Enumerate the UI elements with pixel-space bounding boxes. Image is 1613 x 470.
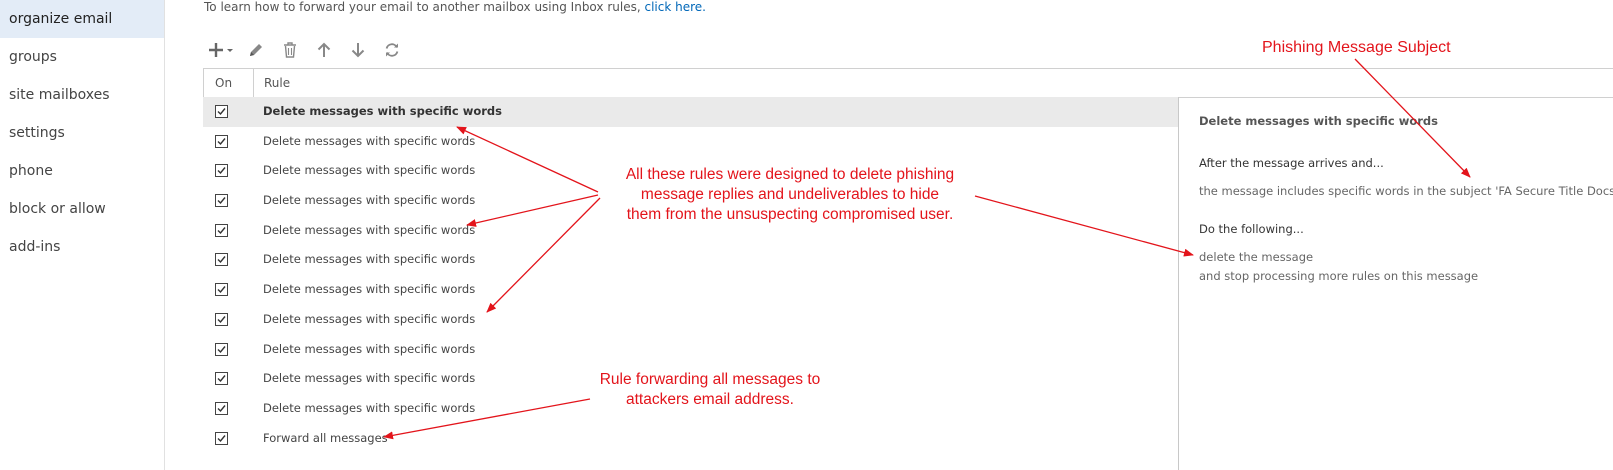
annotation-rules-line-2: message replies and undeliverables to hi… (640, 186, 940, 203)
nav-item-add-ins[interactable]: add-ins (0, 228, 164, 266)
forward-help-text: To learn how to forward your email to an… (204, 0, 706, 14)
checkmark-icon (217, 197, 226, 205)
checkmark-icon (217, 256, 226, 264)
grid-header: On Rule (203, 68, 1613, 98)
rule-enabled-checkbox[interactable] (215, 164, 228, 178)
click-here-link[interactable]: click here. (644, 0, 705, 14)
rule-enabled-checkbox[interactable] (215, 105, 228, 118)
add-rule-button[interactable] (205, 38, 239, 62)
detail-action-delete: delete the message (1199, 250, 1314, 264)
rule-row[interactable]: Delete messages with specific words (203, 305, 1178, 335)
rule-name: Forward all messages (263, 430, 388, 445)
annotation-phishing-subject: Phishing Message Subject (1262, 39, 1451, 56)
annotation-rules-line-3: them from the unsuspecting compromised u… (626, 206, 954, 223)
rule-name: Delete messages with specific words (263, 252, 476, 267)
move-down-arrow-icon (351, 43, 365, 58)
annotation-forward-line-2: attackers email address. (626, 391, 794, 408)
detail-condition: the message includes specific words in t… (1199, 184, 1613, 198)
rule-enabled-checkbox[interactable] (215, 283, 228, 297)
rule-row[interactable]: Delete messages with specific words (203, 335, 1178, 365)
annotation-forward-explanation: Rule forwarding all messages to attacker… (584, 370, 836, 410)
annotation-rules-line-1: All these rules were designed to delete … (625, 166, 955, 183)
checkmark-icon (217, 286, 226, 294)
rule-name: Delete messages with specific words (263, 311, 476, 326)
rule-row[interactable]: Delete messages with specific words (203, 275, 1178, 305)
checkmark-icon (217, 315, 226, 323)
rule-detail-pane: Delete messages with specific words Afte… (1178, 97, 1613, 470)
rule-name: Delete messages with specific words (263, 104, 503, 118)
rule-row[interactable]: Delete messages with specific words (203, 97, 1178, 127)
detail-title: Delete messages with specific words (1199, 114, 1439, 128)
detail-action-stop: and stop processing more rules on this m… (1199, 269, 1479, 283)
nav-item-phone[interactable]: phone (0, 152, 164, 190)
delete-rule-button[interactable] (273, 38, 307, 62)
rule-enabled-checkbox[interactable] (215, 372, 228, 386)
rule-row[interactable]: Delete messages with specific words (203, 245, 1178, 275)
detail-action-heading: Do the following... (1199, 222, 1304, 236)
checkmark-icon (217, 226, 226, 234)
checkmark-icon (217, 404, 226, 412)
add-dropdown-icon (209, 43, 233, 57)
column-header-on[interactable]: On (204, 69, 254, 97)
left-nav: organize email groups site mailboxes set… (0, 0, 165, 470)
forward-help-label: To learn how to forward your email to an… (204, 0, 641, 14)
rule-enabled-checkbox[interactable] (215, 401, 228, 415)
rule-enabled-checkbox[interactable] (215, 312, 228, 326)
checkmark-icon (217, 375, 226, 383)
rules-toolbar (205, 38, 409, 62)
rule-name: Delete messages with specific words (263, 163, 476, 178)
move-up-arrow-icon (317, 42, 331, 57)
nav-item-site-mailboxes[interactable]: site mailboxes (0, 76, 164, 114)
annotation-forward-line-1: Rule forwarding all messages to (599, 371, 821, 388)
rule-name: Delete messages with specific words (263, 133, 476, 148)
rule-row[interactable]: Delete messages with specific words (203, 127, 1178, 157)
checkmark-icon (217, 434, 226, 442)
rule-enabled-checkbox[interactable] (215, 134, 228, 148)
checkmark-icon (217, 345, 226, 353)
rules-grid: On Rule Delete messages with specific wo… (203, 68, 1613, 470)
rule-enabled-checkbox[interactable] (215, 342, 228, 356)
edit-pencil-icon (250, 44, 262, 56)
rule-name: Delete messages with specific words (263, 371, 476, 386)
rule-name: Delete messages with specific words (263, 222, 476, 237)
rule-name: Delete messages with specific words (263, 400, 476, 415)
checkmark-icon (217, 167, 226, 175)
checkmark-icon (217, 137, 226, 145)
rule-name: Delete messages with specific words (263, 341, 476, 356)
nav-item-groups[interactable]: groups (0, 38, 164, 76)
nav-item-block-or-allow[interactable]: block or allow (0, 190, 164, 228)
delete-trash-icon (284, 42, 296, 58)
move-down-button[interactable] (341, 38, 375, 62)
column-header-rule[interactable]: Rule (264, 69, 290, 97)
nav-item-settings[interactable]: settings (0, 114, 164, 152)
checkmark-icon (217, 108, 226, 116)
annotation-rules-explanation: All these rules were designed to delete … (604, 165, 976, 225)
edit-rule-button[interactable] (239, 38, 273, 62)
refresh-button[interactable] (375, 38, 409, 62)
rule-name: Delete messages with specific words (263, 193, 476, 208)
rule-enabled-checkbox[interactable] (215, 223, 228, 237)
nav-item-organize-email[interactable]: organize email (0, 0, 164, 38)
rule-enabled-checkbox[interactable] (215, 253, 228, 267)
move-up-button[interactable] (307, 38, 341, 62)
rule-name: Delete messages with specific words (263, 282, 476, 297)
rule-row[interactable]: Forward all messages (203, 424, 1178, 454)
rule-enabled-checkbox[interactable] (215, 431, 228, 445)
rule-enabled-checkbox[interactable] (215, 194, 228, 208)
detail-condition-heading: After the message arrives and... (1199, 156, 1384, 170)
refresh-icon (385, 43, 399, 57)
